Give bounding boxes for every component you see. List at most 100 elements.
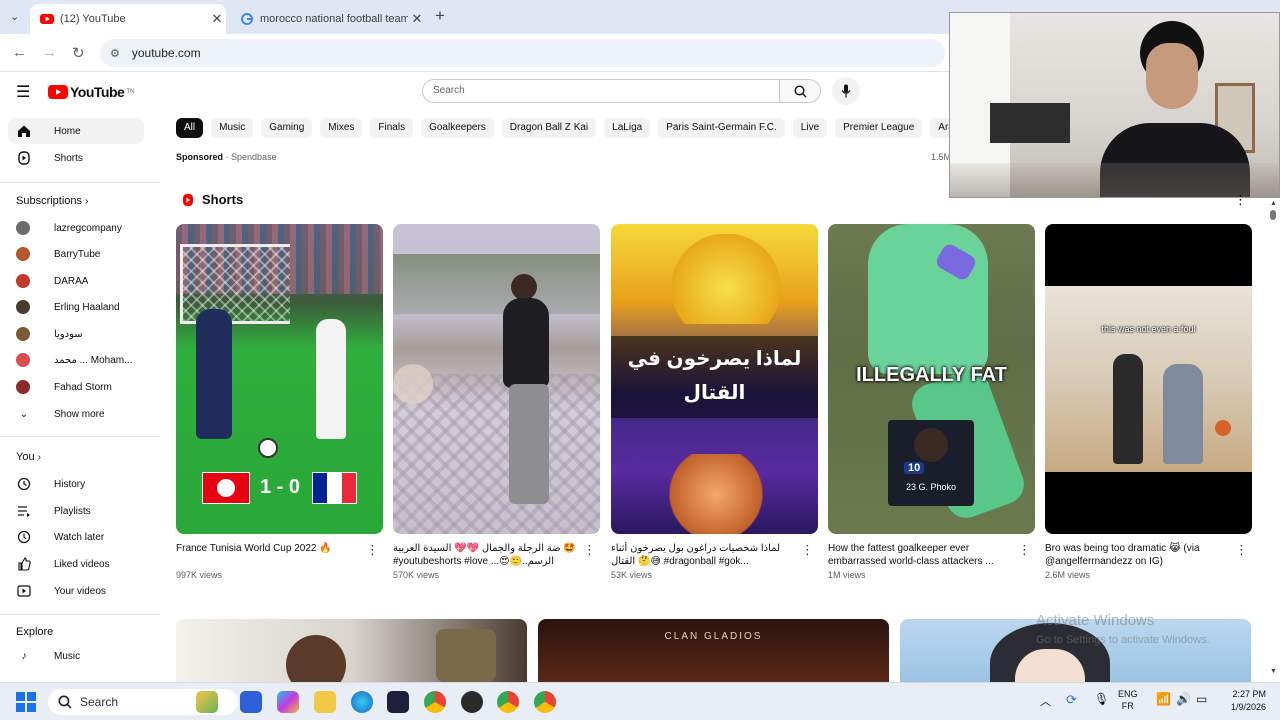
sidebar-item-shorts[interactable]: Shorts <box>8 145 144 171</box>
sidebar-item-subscription[interactable]: سودويا <box>8 321 144 347</box>
chip-music[interactable]: Music <box>211 118 254 138</box>
short-title[interactable]: ضة الرجلة والجمال 💖💖 السيدة العربية 🤩 #y… <box>393 542 578 568</box>
windows-start-icon[interactable] <box>16 692 36 712</box>
weather-widget-icon[interactable] <box>196 691 218 713</box>
microphone-tray-icon[interactable]: 🎙 <box>1094 692 1109 706</box>
short-title[interactable]: Bro was being too dramatic 😹 (via @angel… <box>1045 542 1230 568</box>
more-options-icon[interactable]: ⋮ <box>366 542 379 558</box>
search-button[interactable] <box>779 79 821 103</box>
more-options-icon[interactable]: ⋮ <box>1235 542 1248 558</box>
tab-list-chevron-icon[interactable]: ⌄ <box>10 10 19 23</box>
short-card[interactable]: لماذا يصرخون في القتال لماذا شخصيات دراغ… <box>611 224 818 580</box>
menu-hamburger-icon[interactable]: ☰ <box>16 82 30 102</box>
chrome-profile-icon[interactable] <box>534 691 556 713</box>
short-title[interactable]: لماذا شخصيات دراغون بول يصرخون أثناء الق… <box>611 542 796 568</box>
video-thumbnail[interactable] <box>176 619 527 682</box>
chip-live[interactable]: Live <box>792 118 828 138</box>
sidebar-item-subscription[interactable]: DARAA <box>8 268 144 294</box>
sidebar-item-subscription[interactable]: Fahad Storm <box>8 374 144 400</box>
edge-browser-icon[interactable] <box>351 691 373 713</box>
volume-icon[interactable]: 🔊 <box>1176 692 1191 706</box>
subscriptions-heading[interactable]: Subscriptions › <box>16 195 88 207</box>
short-card[interactable]: ILLEGALLY FAT 10 23 G. Phoko How the fat… <box>828 224 1035 580</box>
tab-close-icon[interactable]: ✕ <box>408 11 426 27</box>
short-thumbnail[interactable]: ILLEGALLY FAT 10 23 G. Phoko <box>828 224 1035 534</box>
language-indicator[interactable]: ENG FR <box>1118 688 1138 712</box>
scroll-up-icon[interactable]: ▲ <box>1270 200 1277 207</box>
voice-search-button[interactable] <box>832 77 860 105</box>
more-options-icon[interactable]: ⋮ <box>1018 542 1031 558</box>
short-thumbnail[interactable] <box>393 224 600 534</box>
chip-laliga[interactable]: LaLiga <box>604 118 651 138</box>
page-scrollbar[interactable]: ▲ ▼ <box>1266 198 1280 682</box>
short-title[interactable]: How the fattest goalkeeper ever embarras… <box>828 542 1013 568</box>
chatgpt-icon[interactable] <box>461 691 483 713</box>
chip-all[interactable]: All <box>176 118 204 138</box>
chrome-icon[interactable] <box>424 691 446 713</box>
tray-chevron-up-icon[interactable]: ︿ <box>1040 693 1051 709</box>
tab-close-icon[interactable]: ✕ <box>208 11 226 27</box>
wifi-icon[interactable]: 📶 <box>1156 692 1171 706</box>
site-info-icon[interactable]: ⚙ <box>110 47 120 60</box>
chrome-profile-icon[interactable] <box>497 691 519 713</box>
sidebar-item-subscription[interactable]: محمد ... Moham... <box>8 347 144 373</box>
clock[interactable]: 2:27 PM 1/9/2026 <box>1220 688 1266 714</box>
chip-psg[interactable]: Paris Saint-Germain F.C. <box>658 118 785 138</box>
chip-gaming[interactable]: Gaming <box>261 118 313 138</box>
battery-icon[interactable]: ▭ <box>1196 692 1207 706</box>
creative-app-icon[interactable] <box>387 691 409 713</box>
short-thumbnail[interactable]: this was not even a foul <box>1045 224 1252 534</box>
youtube-logo[interactable]: YouTube TN <box>48 84 134 100</box>
you-heading[interactable]: You › <box>16 451 41 463</box>
chip-finals[interactable]: Finals <box>370 118 414 138</box>
tab-youtube[interactable]: (12) YouTube ✕ <box>30 4 226 34</box>
short-title[interactable]: France Tunisia World Cup 2022 🔥 <box>176 542 361 568</box>
scroll-down-icon[interactable]: ▼ <box>1270 668 1277 675</box>
show-more-button[interactable]: ⌄ Show more <box>8 401 144 427</box>
sync-icon[interactable]: ⟳ <box>1066 692 1077 708</box>
liked-videos-icon <box>16 556 32 572</box>
video-thumbnail[interactable]: CLAN GLADIOS <box>538 619 889 682</box>
sidebar-item-music[interactable]: ♪ Music <box>8 643 144 669</box>
file-explorer-icon[interactable] <box>314 691 336 713</box>
sidebar-item-subscription[interactable]: Erling Haaland <box>8 294 144 320</box>
short-card[interactable]: ضة الرجلة والجمال 💖💖 السيدة العربية 🤩 #y… <box>393 224 600 580</box>
sponsored-by[interactable]: · Spendbase <box>226 152 277 162</box>
sidebar-divider <box>0 182 160 183</box>
short-thumbnail[interactable]: 1 - 0 <box>176 224 383 534</box>
chip-mixes[interactable]: Mixes <box>320 118 363 138</box>
webcam-overlay <box>949 12 1280 198</box>
sidebar-item-playlists[interactable]: Playlists <box>8 498 144 524</box>
short-card[interactable]: this was not even a foul Bro was being t… <box>1045 224 1252 580</box>
new-tab-button[interactable]: + <box>435 6 445 26</box>
tab-google-search[interactable]: morocco national football team ✕ <box>230 4 426 34</box>
sidebar-item-history[interactable]: History <box>8 471 144 497</box>
short-card[interactable]: 1 - 0 France Tunisia World Cup 2022 🔥 99… <box>176 224 383 580</box>
clock-time: 2:27 PM <box>1232 689 1266 699</box>
sidebar-item-watch-later[interactable]: Watch later <box>8 524 144 550</box>
reload-icon[interactable]: ↻ <box>72 44 85 62</box>
sidebar: Home Shorts Subscriptions › lazregcompan… <box>0 112 160 682</box>
chip-goalkeepers[interactable]: Goalkeepers <box>421 118 494 138</box>
taskbar-search-label: Search <box>80 695 119 709</box>
chip-dragon-ball[interactable]: Dragon Ball Z Kai <box>501 118 597 138</box>
store-app-icon[interactable] <box>240 691 262 713</box>
short-thumbnail[interactable]: لماذا يصرخون في القتال <box>611 224 818 534</box>
scrollbar-thumb[interactable] <box>1270 210 1276 220</box>
copilot-icon[interactable] <box>277 691 299 713</box>
more-options-icon[interactable]: ⋮ <box>1234 192 1247 208</box>
chip-premier-league[interactable]: Premier League <box>835 118 923 138</box>
search-input[interactable]: Search <box>422 79 780 103</box>
sidebar-item-liked-videos[interactable]: Liked videos <box>8 551 144 577</box>
more-options-icon[interactable]: ⋮ <box>801 542 814 558</box>
sidebar-item-subscription[interactable]: BarryTube <box>8 241 144 267</box>
sidebar-item-subscription[interactable]: lazregcompany <box>8 215 144 241</box>
sidebar-item-your-videos[interactable]: Your videos <box>8 578 144 604</box>
more-options-icon[interactable]: ⋮ <box>583 542 596 558</box>
forward-arrow-icon[interactable]: → <box>42 44 57 61</box>
sidebar-item-label: Watch later <box>54 531 105 543</box>
back-arrow-icon[interactable]: ← <box>12 44 27 61</box>
avatar <box>16 221 30 235</box>
url-bar[interactable]: ⚙ youtube.com <box>100 39 945 67</box>
sidebar-item-home[interactable]: Home <box>8 118 144 144</box>
